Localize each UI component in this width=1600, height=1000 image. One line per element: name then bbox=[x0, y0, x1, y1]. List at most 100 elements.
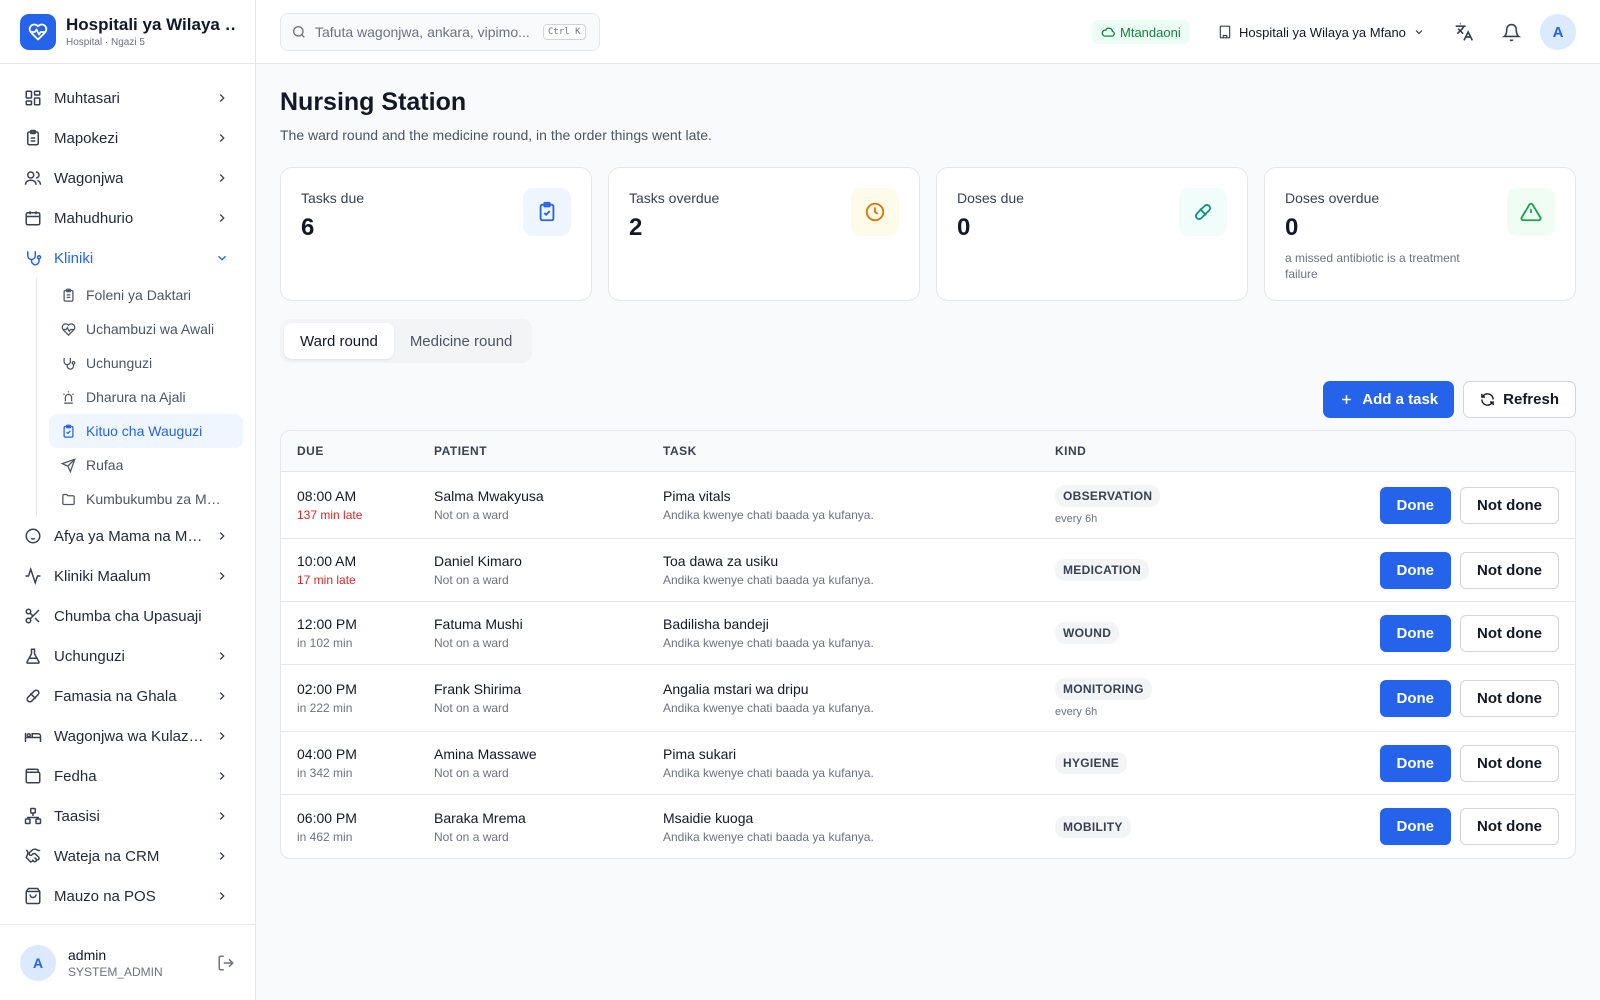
sidebar-item-kliniki-maalum[interactable]: Kliniki Maalum bbox=[12, 556, 243, 596]
subnav-item-kumbukumbu-za-matibabu[interactable]: Kumbukumbu za Matibabu bbox=[49, 482, 243, 516]
done-button[interactable]: Done bbox=[1379, 551, 1451, 589]
avatar[interactable]: A bbox=[1540, 14, 1576, 50]
subnav-item-label: Dharura na Ajali bbox=[86, 389, 186, 405]
handshake-icon bbox=[24, 847, 42, 865]
language-icon[interactable] bbox=[1452, 20, 1476, 44]
avatar[interactable]: A bbox=[20, 944, 56, 981]
sidebar-item-wagonjwa[interactable]: Wagonjwa bbox=[12, 158, 243, 198]
task-note: Andika kwenye chati baada ya kufanya. bbox=[663, 766, 874, 780]
sidebar-item-fedha[interactable]: Fedha bbox=[12, 756, 243, 796]
kind-badge: MONITORING bbox=[1055, 678, 1152, 700]
chevron-right-icon bbox=[215, 171, 229, 185]
sidebar-item-muhtasari[interactable]: Muhtasari bbox=[12, 78, 243, 118]
task-title: Msaidie kuoga bbox=[663, 809, 754, 826]
not-done-button[interactable]: Not done bbox=[1460, 486, 1559, 524]
add-task-button[interactable]: Add a task bbox=[1323, 381, 1455, 418]
task-title: Pima sukari bbox=[663, 746, 737, 762]
subnav-item-rufaa[interactable]: Rufaa bbox=[49, 448, 243, 482]
subnav-item-kituo-cha-wauguzi[interactable]: Kituo cha Wauguzi bbox=[49, 414, 243, 448]
done-button[interactable]: Done bbox=[1379, 808, 1451, 845]
column-header-task[interactable]: Task bbox=[663, 444, 1055, 458]
sidebar-item-kliniki[interactable]: Kliniki bbox=[12, 238, 243, 278]
bell-icon[interactable] bbox=[1499, 20, 1523, 44]
sidebar-item-uchunguzi[interactable]: Uchunguzi bbox=[12, 636, 243, 676]
clipboard-check-icon bbox=[523, 188, 571, 236]
patient-name[interactable]: Baraka Mrema bbox=[434, 810, 663, 826]
sidebar-item-wagonjwa-wa-kulazwa[interactable]: Wagonjwa wa Kulazwa bbox=[12, 716, 243, 756]
not-done-button[interactable]: Not done bbox=[1460, 614, 1559, 652]
chevron-right-icon bbox=[215, 529, 229, 543]
patient-name[interactable]: Salma Mwakyusa bbox=[434, 488, 663, 504]
calendar-icon bbox=[24, 209, 42, 227]
page-title: Nursing Station bbox=[280, 88, 467, 116]
sidebar-item-mahudhurio[interactable]: Mahudhurio bbox=[12, 198, 243, 238]
chevron-down-icon bbox=[1413, 26, 1425, 38]
network-icon bbox=[24, 807, 42, 825]
patient-name[interactable]: Daniel Kimaro bbox=[434, 553, 663, 569]
done-button[interactable]: Done bbox=[1379, 679, 1451, 717]
sidebar-item-label: Afya ya Mama na Mtoto bbox=[54, 527, 206, 545]
subnav-item-label: Kumbukumbu za Matibabu bbox=[86, 491, 228, 507]
sidebar-item-famasia-na-ghala[interactable]: Famasia na Ghala bbox=[12, 676, 243, 716]
done-button[interactable]: Done bbox=[1379, 744, 1451, 782]
kind-badge: OBSERVATION bbox=[1055, 485, 1161, 507]
chevron-right-icon bbox=[215, 809, 229, 823]
shopping-bag-icon bbox=[24, 887, 42, 905]
topbar: Ctrl K Mtandaoni Hospitali ya Wilaya ya … bbox=[256, 0, 1600, 64]
sidebar-item-mapokezi[interactable]: Mapokezi bbox=[12, 118, 243, 158]
done-button[interactable]: Done bbox=[1379, 614, 1451, 652]
pill-icon bbox=[1179, 188, 1227, 236]
not-done-button[interactable]: Not done bbox=[1460, 679, 1559, 717]
stethoscope-icon bbox=[61, 356, 76, 371]
not-done-button[interactable]: Not done bbox=[1460, 808, 1559, 845]
not-done-button[interactable]: Not done bbox=[1460, 551, 1559, 589]
subnav-item-uchunguzi[interactable]: Uchunguzi bbox=[49, 346, 243, 380]
tab-medicine-round[interactable]: Medicine round bbox=[394, 323, 529, 359]
due-time: 12:00 PM bbox=[297, 616, 357, 632]
sidebar-item-chumba-cha-upasuaji[interactable]: Chumba cha Upasuaji bbox=[12, 596, 243, 636]
task-title: Angalia mstari wa dripu bbox=[663, 681, 809, 697]
clipboard-check-icon bbox=[61, 424, 76, 439]
due-relative: in 222 min bbox=[297, 701, 353, 715]
refresh-button[interactable]: Refresh bbox=[1463, 381, 1576, 418]
refresh-icon bbox=[1480, 392, 1495, 407]
kind-badge: MOBILITY bbox=[1055, 815, 1131, 838]
due-time: 10:00 AM bbox=[297, 553, 357, 569]
tasks-table: Due Patient Task Kind 08:00 AM 137 min la… bbox=[280, 430, 1576, 859]
sidebar-nav: Muhtasari Mapokezi Wagonjwa Mahudhurio K… bbox=[0, 64, 255, 916]
due-time: 02:00 PM bbox=[297, 681, 357, 697]
facility-selector[interactable]: Hospitali ya Wilaya ya Mfano bbox=[1218, 20, 1425, 44]
chevron-right-icon bbox=[215, 211, 229, 225]
sidebar-item-taasisi[interactable]: Taasisi bbox=[12, 796, 243, 836]
refresh-label: Refresh bbox=[1503, 391, 1559, 408]
patient-name[interactable]: Frank Shirima bbox=[434, 681, 663, 697]
search-box[interactable]: Ctrl K bbox=[280, 13, 600, 51]
subnav-item-uchambuzi-wa-awali[interactable]: Uchambuzi wa Awali bbox=[49, 312, 243, 346]
sidebar-item-wateja-na-crm[interactable]: Wateja na CRM bbox=[12, 836, 243, 876]
chevron-down-icon bbox=[215, 251, 229, 265]
sidebar-item-afya-ya-mama[interactable]: Afya ya Mama na Mtoto bbox=[12, 516, 243, 556]
subnav-item-foleni-ya-daktari[interactable]: Foleni ya Daktari bbox=[49, 278, 243, 312]
chevron-right-icon bbox=[215, 849, 229, 863]
done-button[interactable]: Done bbox=[1379, 486, 1451, 524]
brand[interactable]: Hospitali ya Wilaya ya Mfano Hospital · … bbox=[0, 0, 255, 64]
logout-icon[interactable] bbox=[217, 954, 235, 972]
stat-card-doses-overdue: Doses overdue 0 a missed antibiotic is a… bbox=[1264, 167, 1576, 301]
patient-name[interactable]: Amina Massawe bbox=[434, 746, 663, 762]
not-done-button[interactable]: Not done bbox=[1460, 744, 1559, 782]
subnav-item-dharura-na-ajali[interactable]: Dharura na Ajali bbox=[49, 380, 243, 414]
sidebar-item-label: Muhtasari bbox=[54, 89, 120, 107]
column-header-due[interactable]: Due bbox=[281, 444, 434, 458]
tab-ward-round[interactable]: Ward round bbox=[284, 323, 394, 359]
task-title: Badilisha bandeji bbox=[663, 616, 769, 632]
search-input[interactable] bbox=[315, 24, 543, 40]
column-header-kind[interactable]: Kind bbox=[1055, 444, 1275, 458]
chevron-right-icon bbox=[215, 729, 229, 743]
kind-frequency: every 6h bbox=[1055, 513, 1098, 525]
column-header-patient[interactable]: Patient bbox=[434, 444, 663, 458]
sidebar-item-mauzo-na-pos[interactable]: Mauzo na POS bbox=[12, 876, 243, 916]
subnav-item-label: Uchunguzi bbox=[86, 355, 153, 371]
patient-ward: Not on a ward bbox=[434, 573, 509, 587]
patient-name[interactable]: Fatuma Mushi bbox=[434, 616, 663, 632]
search-shortcut: Ctrl K bbox=[543, 24, 586, 40]
